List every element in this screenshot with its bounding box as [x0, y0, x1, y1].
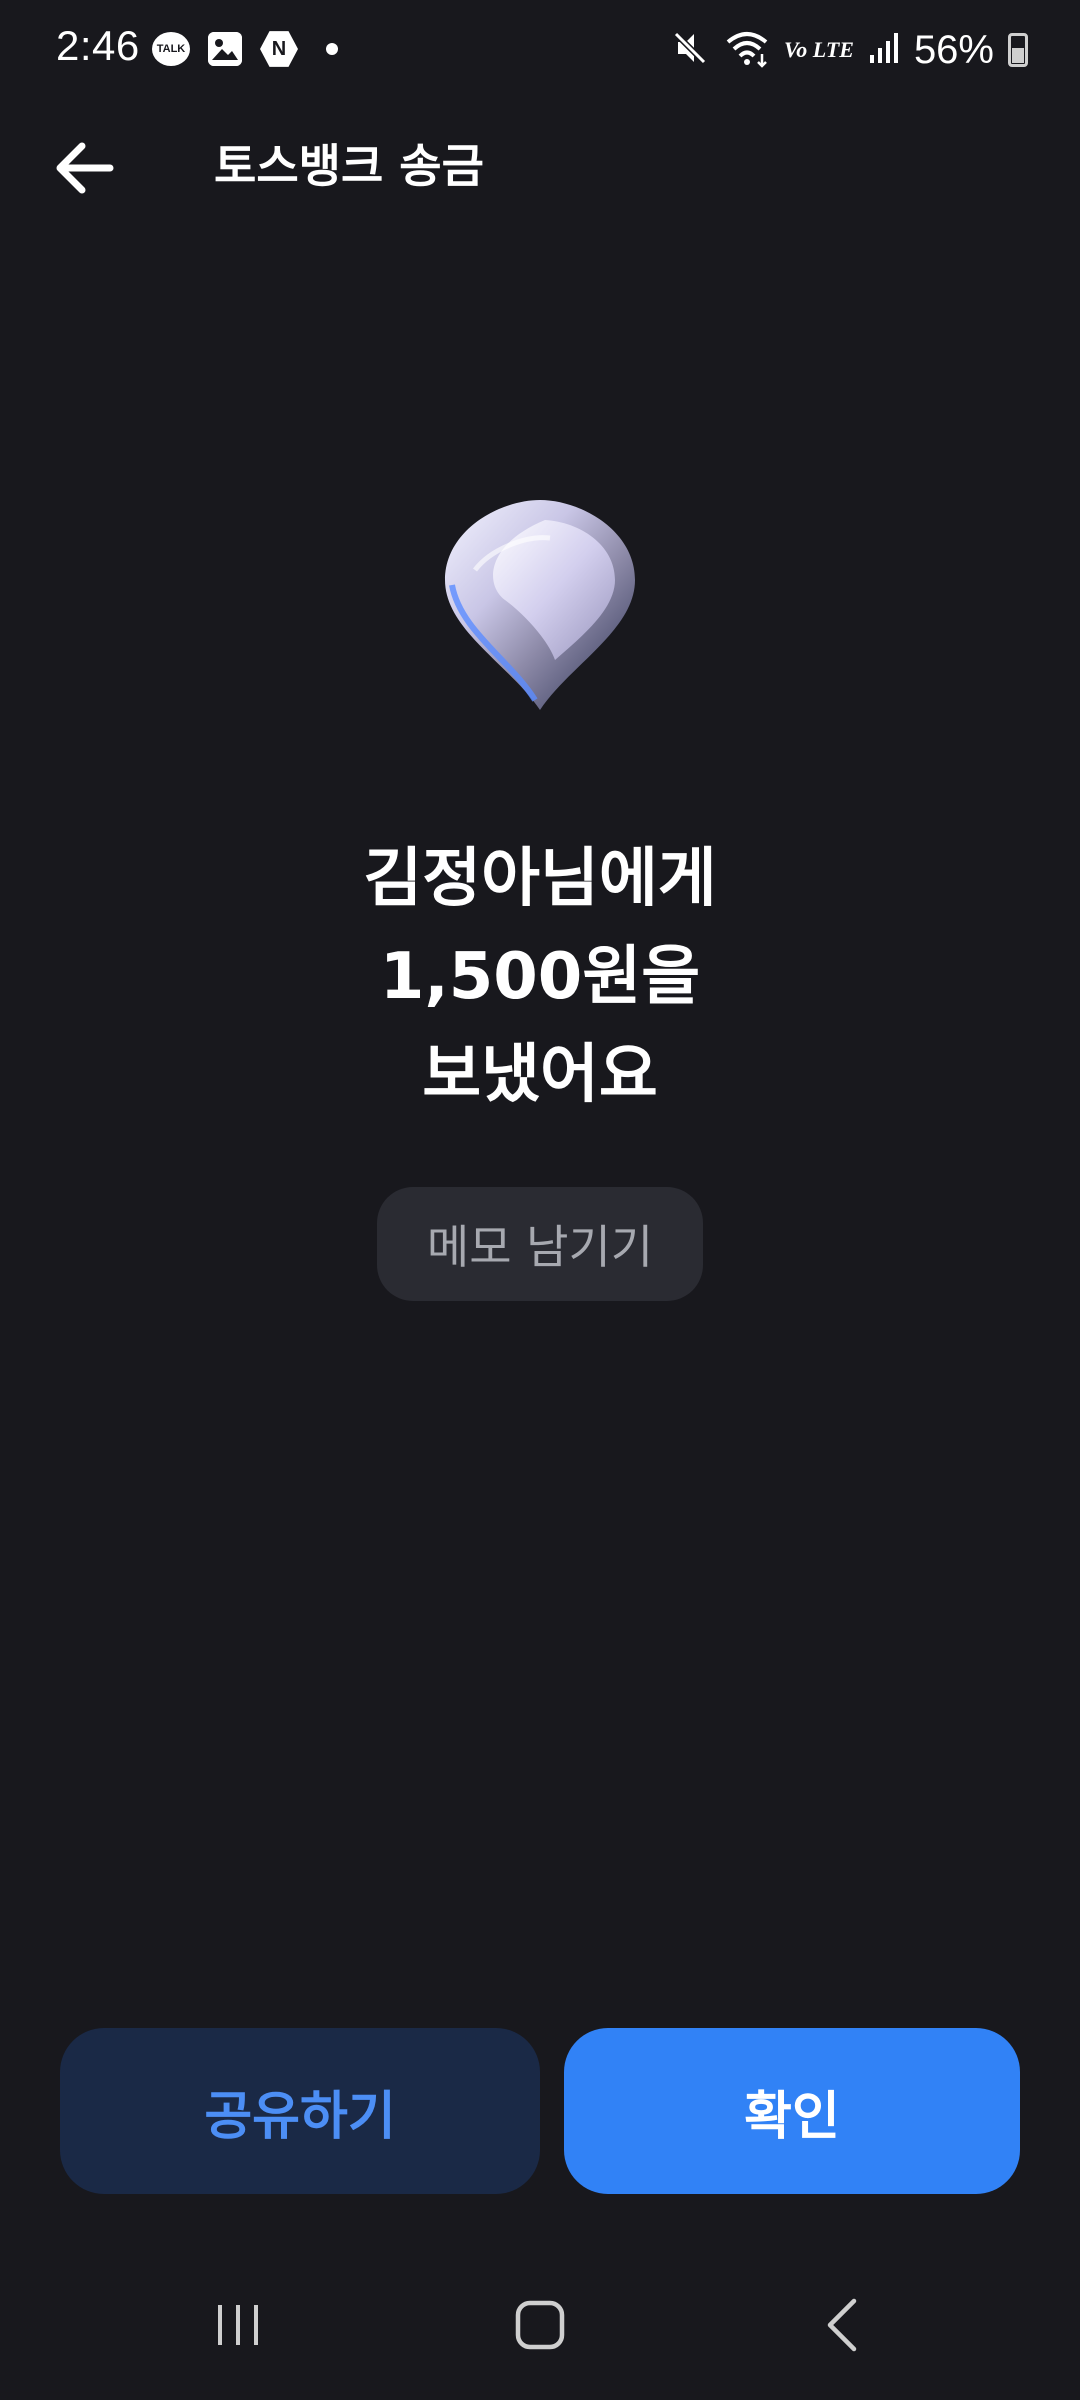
- recent-apps-icon: [218, 2305, 258, 2345]
- share-button[interactable]: 공유하기: [60, 2028, 540, 2194]
- status-line: 보냈어요: [422, 1038, 658, 1112]
- screen: 2:46 TALK N Vo LTE 56% 토스뱅크 송금 김정아님에게 1,…: [0, 0, 1080, 2400]
- battery-icon: [1008, 33, 1028, 67]
- home-button[interactable]: [480, 2280, 600, 2370]
- more-notifications-icon: [326, 43, 338, 55]
- leave-memo-button[interactable]: 메모 남기기: [377, 1187, 703, 1301]
- arrow-left-icon: [56, 142, 114, 194]
- transfer-result-message: 김정아님에게 1,500원을 보냈어요: [0, 830, 1080, 1124]
- recipient-line: 김정아님에게: [363, 842, 717, 916]
- app-header: 토스뱅크 송금: [0, 110, 1080, 210]
- home-icon: [515, 2300, 565, 2350]
- chevron-left-icon: [827, 2298, 857, 2352]
- battery-percent: 56%: [913, 27, 994, 72]
- mute-icon: [670, 28, 710, 72]
- confirm-button[interactable]: 확인: [564, 2028, 1020, 2194]
- page-title: 토스뱅크 송금: [214, 139, 484, 193]
- status-time: 2:46: [56, 22, 140, 69]
- system-back-button[interactable]: [784, 2280, 904, 2370]
- gallery-icon: [208, 32, 242, 66]
- volte-label: Vo LTE: [784, 37, 854, 62]
- amount-line: 1,500원을: [379, 940, 701, 1014]
- transfer-success-icon: [430, 490, 650, 720]
- system-nav-bar: [0, 2280, 1080, 2370]
- notification-icons: TALK N: [152, 30, 338, 68]
- naver-icon: N: [260, 31, 298, 67]
- recent-apps-button[interactable]: [178, 2280, 298, 2370]
- kakaotalk-icon: TALK: [152, 32, 190, 66]
- back-button[interactable]: [44, 128, 124, 208]
- wifi-icon: [724, 28, 770, 72]
- status-bar: 2:46 TALK N Vo LTE 56%: [0, 0, 1080, 100]
- signal-icon: [868, 31, 900, 69]
- system-icons: Vo LTE 56%: [670, 22, 1028, 78]
